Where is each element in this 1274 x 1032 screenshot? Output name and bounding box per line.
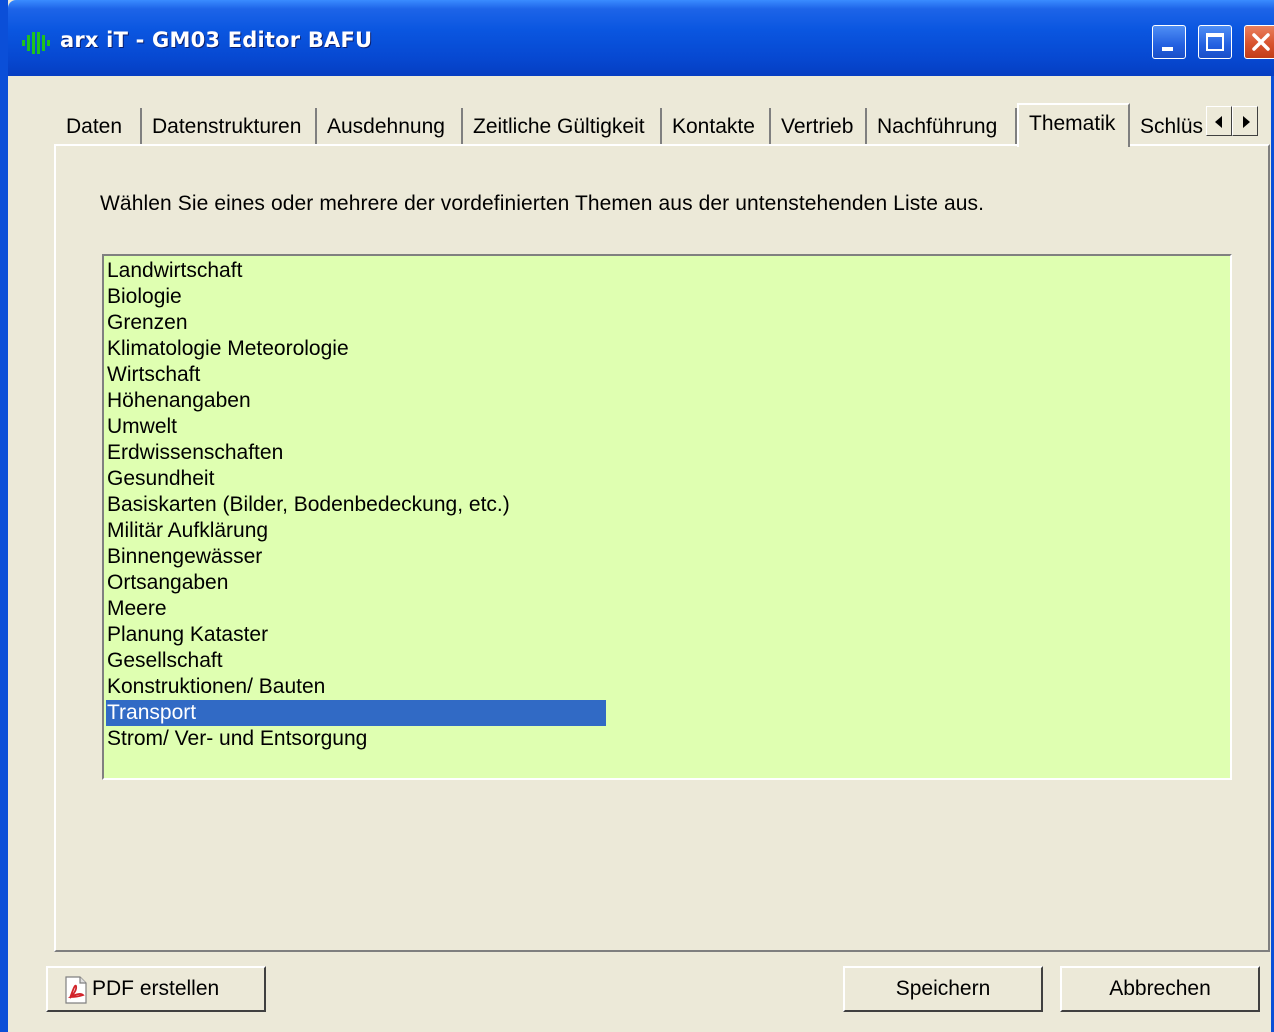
- tab-vertrieb[interactable]: Vertrieb: [771, 108, 867, 145]
- list-item[interactable]: Landwirtschaft: [106, 258, 606, 284]
- list-item[interactable]: Militär Aufklärung: [106, 518, 606, 544]
- list-item[interactable]: Basiskarten (Bilder, Bodenbedeckung, etc…: [106, 492, 606, 518]
- maximize-icon: [1206, 33, 1224, 51]
- list-item[interactable]: Erdwissenschaften: [106, 440, 606, 466]
- app-icon: [22, 32, 50, 54]
- tab-datenstrukturen[interactable]: Datenstrukturen: [142, 108, 317, 145]
- title-bar[interactable]: arx iT - GM03 Editor BAFU: [8, 0, 1274, 76]
- pdf-button-label: PDF erstellen: [92, 977, 220, 1000]
- close-button[interactable]: [1244, 25, 1274, 59]
- arrow-right-icon: [1243, 116, 1250, 128]
- instruction-text: Wählen Sie eines oder mehrere der vordef…: [100, 192, 985, 215]
- list-item[interactable]: Meere: [106, 596, 606, 622]
- tab-scroll-left-button[interactable]: [1206, 106, 1232, 136]
- cancel-button[interactable]: Abbrechen: [1060, 966, 1260, 1012]
- tab-kontakte[interactable]: Kontakte: [662, 108, 771, 145]
- pdf-erstellen-button[interactable]: PDF erstellen: [46, 966, 266, 1012]
- list-item[interactable]: Transport: [106, 700, 606, 726]
- list-item[interactable]: Binnengewässer: [106, 544, 606, 570]
- arrow-left-icon: [1215, 116, 1222, 128]
- list-item[interactable]: Konstruktionen/ Bauten: [106, 674, 606, 700]
- save-button[interactable]: Speichern: [843, 966, 1043, 1012]
- tab-nachfuehrung[interactable]: Nachführung: [867, 108, 1017, 145]
- list-item[interactable]: Biologie: [106, 284, 606, 310]
- list-item[interactable]: Höhenangaben: [106, 388, 606, 414]
- tab-schluesselwoerter[interactable]: Schlüs: [1130, 108, 1206, 145]
- list-item[interactable]: Ortsangaben: [106, 570, 606, 596]
- tab-ausdehnung[interactable]: Ausdehnung: [317, 108, 463, 145]
- tab-daten[interactable]: Daten: [56, 108, 142, 145]
- window-title: arx iT - GM03 Editor BAFU: [60, 28, 373, 52]
- app-window: arx iT - GM03 Editor BAFU Daten Datenstr…: [0, 0, 1274, 1032]
- maximize-button[interactable]: [1198, 25, 1232, 59]
- list-item[interactable]: Klimatologie Meteorologie: [106, 336, 606, 362]
- tab-zeitliche-gueltigkeit[interactable]: Zeitliche Gültigkeit: [463, 108, 662, 145]
- list-item[interactable]: Gesundheit: [106, 466, 606, 492]
- theme-listbox[interactable]: Landwirtschaft Biologie Grenzen Klimatologi…: [102, 254, 1232, 780]
- close-icon: [1252, 33, 1270, 51]
- thematik-panel: Wählen Sie eines oder mehrere der vordef…: [54, 144, 1270, 952]
- pdf-icon: [65, 976, 87, 1004]
- list-item[interactable]: Umwelt: [106, 414, 606, 440]
- tab-thematik[interactable]: Thematik: [1017, 103, 1130, 147]
- list-item[interactable]: Wirtschaft: [106, 362, 606, 388]
- list-item[interactable]: Grenzen: [106, 310, 606, 336]
- tab-strip: Daten Datenstrukturen Ausdehnung Zeitlic…: [56, 103, 1270, 147]
- list-item[interactable]: Strom/ Ver- und Entsorgung: [106, 726, 606, 752]
- minimize-icon: [1162, 47, 1173, 51]
- minimize-button[interactable]: [1152, 25, 1186, 59]
- list-item[interactable]: Gesellschaft: [106, 648, 606, 674]
- tab-scroll-right-button[interactable]: [1232, 106, 1258, 136]
- list-item[interactable]: Planung Kataster: [106, 622, 606, 648]
